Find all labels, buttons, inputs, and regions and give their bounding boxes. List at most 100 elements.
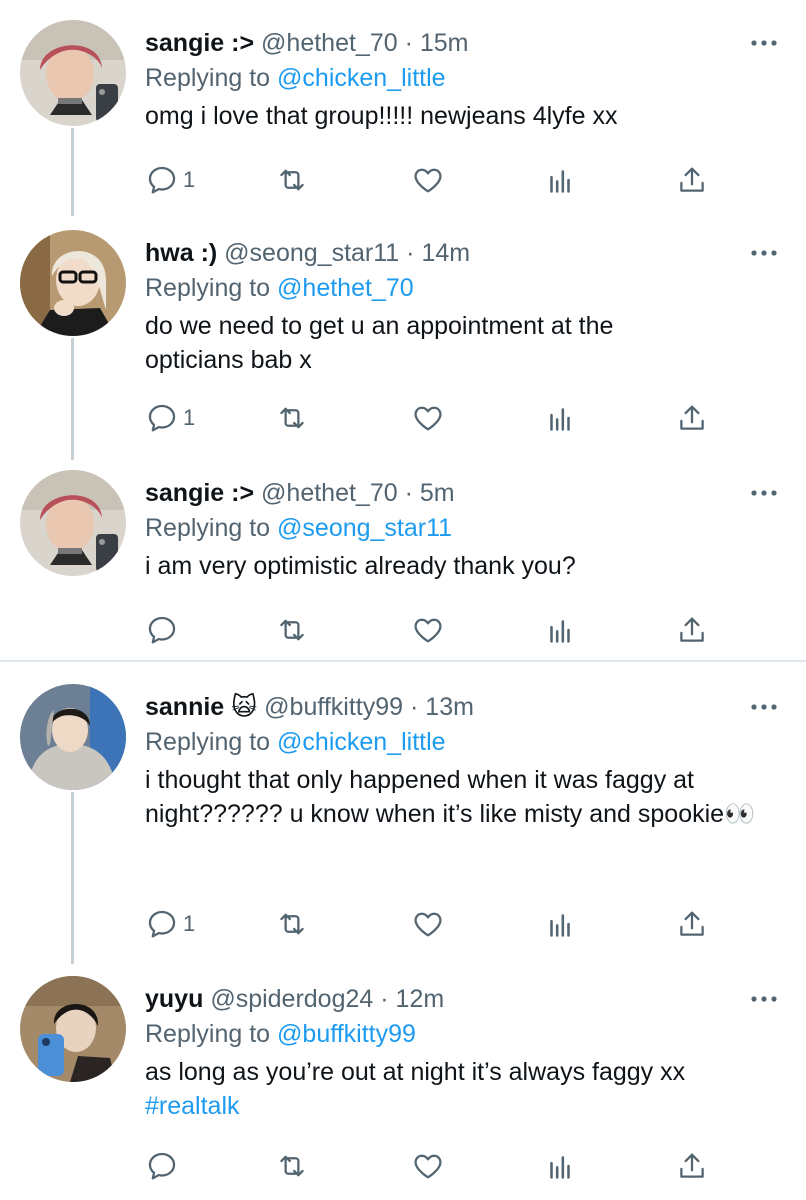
replying-label: Replying to (145, 64, 271, 92)
retweet-icon (275, 907, 309, 941)
like-button[interactable] (411, 398, 445, 438)
replying-to: Replying to @chicken_little (145, 63, 446, 93)
retweet-button[interactable] (275, 610, 309, 650)
analytics-button[interactable] (543, 160, 577, 200)
reply-button[interactable]: 1 (145, 160, 195, 200)
analytics-icon (543, 163, 577, 197)
timestamp[interactable]: 13m (425, 693, 474, 721)
user-handle[interactable]: @spiderdog24 (210, 985, 373, 1013)
share-icon (675, 163, 709, 197)
like-button[interactable] (411, 1146, 445, 1186)
avatar[interactable] (20, 976, 126, 1082)
share-icon (675, 613, 709, 647)
user-handle[interactable]: @hethet_70 (261, 29, 398, 57)
mention-link[interactable]: @seong_star11 (277, 514, 452, 542)
retweet-button[interactable] (275, 904, 309, 944)
tweet[interactable]: hwa :) @seong_star11 · 14m Replying to @… (0, 230, 806, 460)
action-bar (145, 1146, 765, 1186)
like-icon (411, 613, 445, 647)
retweet-icon (275, 163, 309, 197)
avatar-photo (20, 230, 126, 336)
reply-button[interactable]: 1 (145, 398, 195, 438)
tweet[interactable]: sangie :> @hethet_70 · 15m Replying to @… (0, 20, 806, 220)
hashtag-link[interactable]: #realtalk (145, 1092, 240, 1120)
retweet-button[interactable] (275, 160, 309, 200)
analytics-button[interactable] (543, 398, 577, 438)
analytics-button[interactable] (543, 610, 577, 650)
display-name[interactable]: hwa :) (145, 239, 217, 267)
reply-button[interactable] (145, 610, 179, 650)
tweet-text: as long as you’re out at night it’s alwa… (145, 1058, 686, 1086)
analytics-button[interactable] (543, 1146, 577, 1186)
more-icon[interactable] (750, 248, 778, 258)
display-name[interactable]: yuyu (145, 985, 203, 1013)
share-icon (675, 1149, 709, 1183)
tweet-header: sangie :> @hethet_70 · 5m (145, 478, 455, 508)
like-button[interactable] (411, 610, 445, 650)
more-icon[interactable] (750, 994, 778, 1004)
mention-link[interactable]: @hethet_70 (277, 274, 414, 302)
thread-divider (0, 660, 806, 662)
avatar-photo (20, 470, 126, 576)
like-button[interactable] (411, 160, 445, 200)
action-bar (145, 610, 765, 650)
separator: · (406, 239, 415, 267)
analytics-icon (543, 613, 577, 647)
separator: · (380, 985, 389, 1013)
avatar[interactable] (20, 20, 126, 126)
mention-link[interactable]: @chicken_little (277, 728, 446, 756)
tweet-text: do we need to get u an appointment at th… (145, 312, 614, 374)
analytics-icon (543, 1149, 577, 1183)
share-button[interactable] (675, 160, 709, 200)
tweet[interactable]: sannie 🙀 @buffkitty99 · 13m Replying to … (0, 684, 806, 964)
user-handle[interactable]: @hethet_70 (261, 479, 398, 507)
tweet-body: as long as you’re out at night it’s alwa… (145, 1055, 785, 1123)
like-button[interactable] (411, 904, 445, 944)
mention-link[interactable]: @buffkitty99 (277, 1020, 416, 1048)
retweet-icon (275, 401, 309, 435)
reply-icon (145, 907, 179, 941)
tweet-text: i am very optimistic already thank you? (145, 552, 576, 580)
more-icon[interactable] (750, 702, 778, 712)
timestamp[interactable]: 12m (396, 985, 445, 1013)
avatar[interactable] (20, 684, 126, 790)
replying-label: Replying to (145, 514, 271, 542)
more-icon[interactable] (750, 38, 778, 48)
display-name[interactable]: sangie :> (145, 29, 254, 57)
like-icon (411, 163, 445, 197)
reply-icon (145, 401, 179, 435)
tweet[interactable]: yuyu @spiderdog24 · 12m Replying to @buf… (0, 976, 806, 1200)
reply-button[interactable]: 1 (145, 904, 195, 944)
retweet-button[interactable] (275, 1146, 309, 1186)
reply-button[interactable] (145, 1146, 179, 1186)
user-handle[interactable]: @seong_star11 (224, 239, 399, 267)
analytics-icon (543, 401, 577, 435)
share-button[interactable] (675, 610, 709, 650)
retweet-icon (275, 1149, 309, 1183)
avatar[interactable] (20, 230, 126, 336)
timestamp[interactable]: 14m (421, 239, 470, 267)
share-button[interactable] (675, 1146, 709, 1186)
tweet[interactable]: sangie :> @hethet_70 · 5m Replying to @s… (0, 470, 806, 660)
reply-icon (145, 613, 179, 647)
reply-count: 1 (183, 167, 196, 192)
retweet-button[interactable] (275, 398, 309, 438)
more-icon[interactable] (750, 488, 778, 498)
share-button[interactable] (675, 398, 709, 438)
separator: · (404, 479, 413, 507)
separator: · (410, 693, 419, 721)
display-name[interactable]: sannie 🙀 (145, 693, 257, 721)
separator: · (404, 29, 413, 57)
timestamp[interactable]: 5m (420, 479, 455, 507)
timestamp[interactable]: 15m (420, 29, 469, 57)
replying-to: Replying to @seong_star11 (145, 513, 452, 543)
mention-link[interactable]: @chicken_little (277, 64, 446, 92)
analytics-button[interactable] (543, 904, 577, 944)
avatar[interactable] (20, 470, 126, 576)
share-button[interactable] (675, 904, 709, 944)
tweet-header: sannie 🙀 @buffkitty99 · 13m (145, 692, 474, 722)
display-name[interactable]: sangie :> (145, 479, 254, 507)
analytics-icon (543, 907, 577, 941)
user-handle[interactable]: @buffkitty99 (264, 693, 403, 721)
reply-count: 1 (183, 911, 196, 936)
